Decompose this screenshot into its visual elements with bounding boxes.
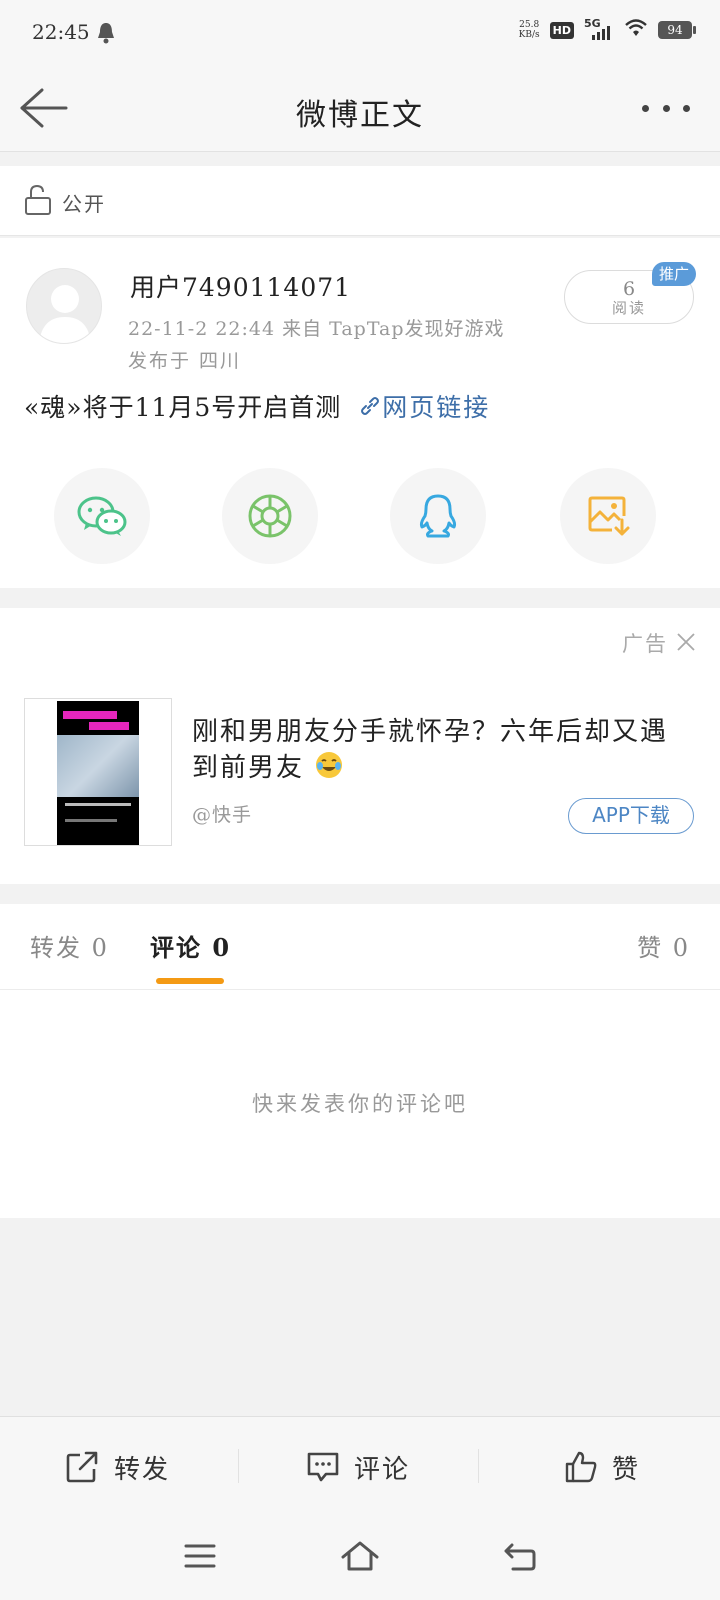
wifi-icon [624,18,648,42]
hd-badge: HD [549,21,574,39]
notification-bell-icon [96,22,116,48]
active-tab-indicator [156,978,224,984]
signal-icon: 5G [584,17,614,41]
ad-close-icon[interactable] [676,632,696,656]
empty-comments-text: 快来发表你的评论吧 [252,1092,468,1116]
title-bar: 微博正文 [0,66,720,152]
more-dot-icon [662,104,670,112]
more-dot-icon [642,104,649,112]
save-image-icon [588,496,630,536]
menu-icon [184,1544,216,1568]
repost-button[interactable]: 转发 [66,1417,170,1517]
comment-label: 评论 [354,1454,411,1485]
link-icon [358,394,382,424]
back-nav-button[interactable] [498,1536,542,1576]
comment-button[interactable]: 评论 [306,1417,410,1517]
unlock-icon [24,184,52,220]
promote-badge[interactable]: 推广 [652,262,696,286]
action-bar: 转发 评论 赞 [0,1416,720,1516]
share-moments-button[interactable] [222,468,318,564]
menu-nav-button[interactable] [178,1536,222,1576]
page-title: 微博正文 [296,98,424,133]
tab-comment[interactable]: 评论 0 [150,928,231,963]
tab-repost[interactable]: 转发 0 [30,928,109,963]
network-speed: 25.8 KB/s [519,20,540,40]
more-options-button[interactable] [642,100,690,116]
comments-list: 快来发表你的评论吧 [0,990,720,1218]
action-divider [238,1449,239,1483]
default-avatar-icon [39,285,91,343]
visibility-label: 公开 [62,192,106,216]
post-meta: 22-11-2 22:44 来自 TapTap发现好游戏 [128,318,505,340]
post-card: 用户7490114071 22-11-2 22:44 来自 TapTap发现好游… [0,238,720,588]
status-indicators: 25.8 KB/s HD 5G 94 [519,17,696,42]
post-text-body: «魂»将于11月5号开启首测 [24,393,342,422]
home-icon [341,1541,379,1571]
avatar[interactable] [26,268,102,344]
network-speed-unit: KB/s [518,30,540,40]
ad-source: @快手 [192,804,253,826]
repost-label: 转发 [114,1454,171,1485]
like-button[interactable]: 赞 [564,1417,640,1517]
ad-card[interactable]: 广告 刚和男朋友分手就怀孕？六年后却又遇到前男友 @快手 APP下载 [0,608,720,884]
comment-icon [307,1452,339,1482]
action-divider [478,1449,479,1483]
moments-icon [248,494,292,538]
status-time: 22:45 [32,20,90,44]
app-download-button[interactable]: APP下载 [568,798,694,834]
tab-like[interactable]: 赞 0 [637,928,690,963]
qq-icon [419,494,457,538]
username[interactable]: 用户7490114071 [130,268,351,304]
web-link[interactable]: 网页链接 [382,393,490,422]
more-dot-icon [683,104,690,112]
visibility-row: 公开 [0,166,720,236]
wechat-icon [77,496,127,536]
ad-tag: 广告 [622,632,668,656]
weibo-detail-screen: 22:45 25.8 KB/s HD 5G 94 微博正文 公开 用户74901… [0,0,720,1600]
read-label: 阅读 [611,299,646,317]
ad-thumbnail[interactable] [24,698,172,846]
repost-icon [66,1451,98,1483]
share-qq-button[interactable] [390,468,486,564]
return-icon [504,1543,536,1571]
ad-title-text: 刚和男朋友分手就怀孕？六年后却又遇到前男友 [192,717,669,783]
share-wechat-button[interactable] [54,468,150,564]
save-image-button[interactable] [560,468,656,564]
network-speed-value: 25.8 [519,20,540,30]
battery-indicator: 94 [658,21,696,39]
home-nav-button[interactable] [338,1536,382,1576]
like-label: 赞 [612,1454,641,1485]
laughing-crying-emoji-icon [314,750,344,790]
ad-title: 刚和男朋友分手就怀孕？六年后却又遇到前男友 [192,714,692,790]
post-location: 发布于 四川 [128,350,242,372]
thumbs-up-icon [565,1451,597,1483]
share-row [0,468,720,568]
status-bar: 22:45 25.8 KB/s HD 5G 94 [0,0,720,66]
system-navigation-bar [0,1516,720,1600]
interaction-tabs: 转发 0 评论 0 赞 0 [0,904,720,990]
ad-thumbnail-image [57,701,139,845]
post-text: «魂»将于11月5号开启首测 网页链接 [24,388,490,424]
